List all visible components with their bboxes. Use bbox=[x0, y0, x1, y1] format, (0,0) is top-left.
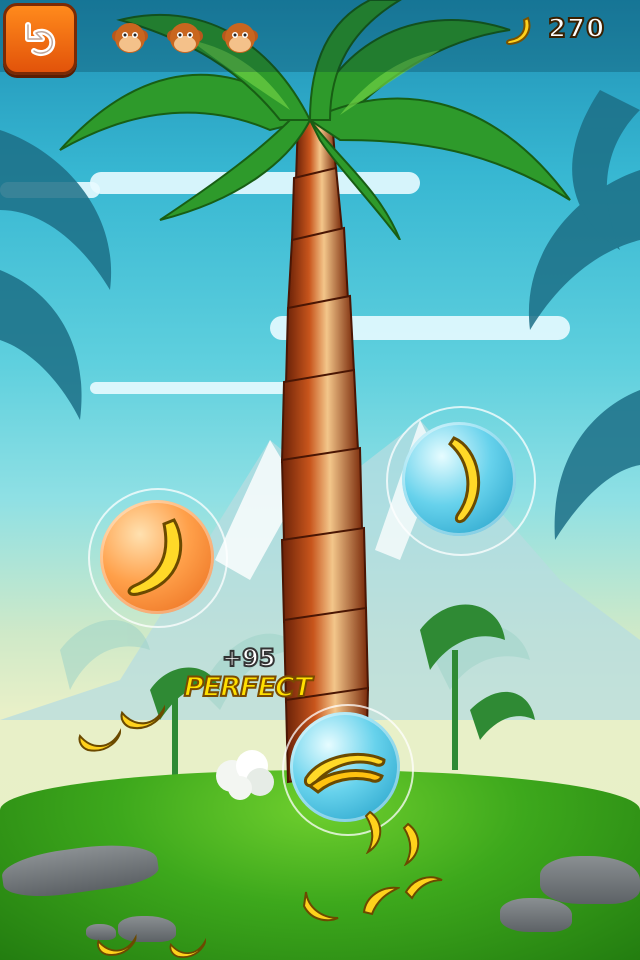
banana-icon bbox=[506, 16, 531, 46]
game-scene: 270 +95 PERFECT bbox=[0, 0, 640, 960]
banana-icon bbox=[448, 436, 481, 524]
banana-icon bbox=[402, 822, 420, 866]
blue-bubble[interactable] bbox=[290, 712, 400, 822]
banana-icon bbox=[97, 933, 137, 956]
rock bbox=[540, 856, 640, 904]
banana-icon bbox=[120, 704, 165, 730]
blue-bubble[interactable] bbox=[402, 422, 516, 536]
banana-icon bbox=[78, 728, 122, 752]
rating-popup: PERFECT bbox=[183, 671, 313, 704]
back-button[interactable] bbox=[3, 3, 77, 75]
banana-icon bbox=[362, 886, 400, 916]
points-popup: +95 bbox=[221, 643, 276, 673]
banana-bunch-icon bbox=[304, 752, 386, 794]
banana-icon bbox=[364, 810, 382, 854]
monkey-face-icon bbox=[222, 23, 258, 53]
undo-arrow-icon bbox=[25, 22, 56, 56]
banana-score: 270 bbox=[547, 13, 606, 45]
banana-icon bbox=[302, 891, 339, 922]
banana-icon bbox=[169, 937, 207, 958]
hud-bar bbox=[0, 0, 640, 72]
dust-puff bbox=[216, 750, 274, 800]
rock bbox=[500, 898, 572, 932]
banana-icon bbox=[127, 518, 183, 596]
orange-bubble[interactable] bbox=[100, 500, 214, 614]
monkey-face-icon bbox=[167, 23, 203, 53]
monkey-face-icon bbox=[112, 23, 148, 53]
banana-icon bbox=[404, 876, 443, 900]
